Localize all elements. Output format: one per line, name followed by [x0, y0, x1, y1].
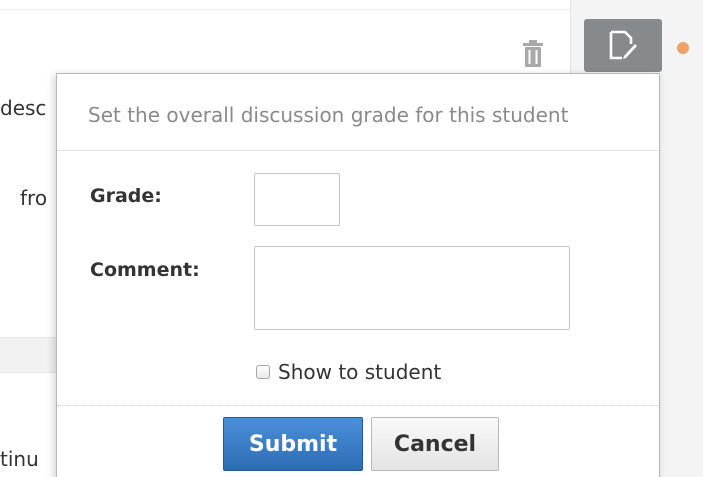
status-dot — [677, 42, 689, 54]
background-top-divider — [0, 9, 570, 10]
comment-label: Comment: — [90, 259, 200, 281]
comment-input[interactable] — [254, 246, 570, 330]
background-text-fragment: tinu — [0, 447, 39, 471]
cancel-button[interactable]: Cancel — [371, 417, 499, 471]
footer-divider — [57, 405, 659, 406]
show-to-student-checkbox[interactable] — [256, 365, 270, 379]
popover-header: Set the overall discussion grade for thi… — [57, 74, 659, 151]
popover-title: Set the overall discussion grade for thi… — [88, 103, 569, 127]
grade-popover: Set the overall discussion grade for thi… — [56, 73, 660, 477]
edit-grade-button[interactable] — [584, 19, 662, 72]
grade-label: Grade: — [90, 185, 162, 207]
edit-document-icon — [609, 30, 637, 60]
grading-view: desc fro tinu Set the overall discussion… — [0, 0, 703, 477]
show-to-student-label[interactable]: Show to student — [278, 360, 441, 384]
background-row-band — [0, 337, 56, 373]
background-text-fragment: fro — [20, 186, 48, 210]
show-to-student-row[interactable]: Show to student — [256, 359, 441, 385]
submit-button[interactable]: Submit — [223, 417, 363, 471]
grade-input[interactable] — [254, 173, 340, 226]
trash-icon[interactable] — [522, 39, 544, 69]
background-text-fragment: desc — [0, 96, 47, 120]
